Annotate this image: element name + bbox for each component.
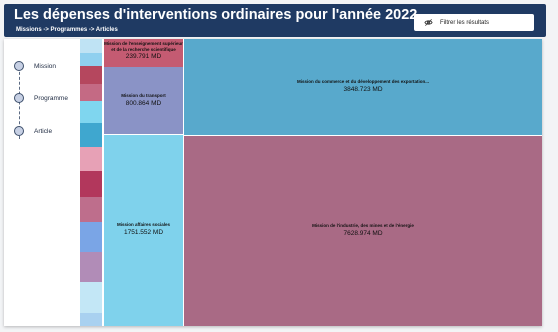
treemap-tile[interactable] <box>80 123 102 147</box>
breadcrumb: Missions -> Programmes -> Articles <box>16 27 118 33</box>
treemap-tile[interactable] <box>80 66 102 84</box>
treemap-cell-transport[interactable]: Mission du transport 800.864 MD <box>104 67 183 134</box>
cell-label: Mission de l'enseignement supérieur et d… <box>104 41 183 52</box>
treemap-chart: Mission de l'enseignement supérieur et d… <box>80 39 542 326</box>
eye-off-icon <box>424 18 433 27</box>
treemap-tile[interactable] <box>80 101 102 123</box>
cell-label: Mission affaires sociales <box>116 222 171 227</box>
treemap-tile[interactable] <box>80 222 102 252</box>
treemap-cell-enseignement[interactable]: Mission de l'enseignement supérieur et d… <box>104 39 183 67</box>
treemap-tile[interactable] <box>80 313 102 326</box>
treemap-tile[interactable] <box>80 84 102 101</box>
filter-button[interactable]: Filtrer les résultats <box>414 14 534 31</box>
treemap-tile[interactable] <box>80 147 102 171</box>
page-title: Les dépenses d'interventions ordinaires … <box>14 7 418 23</box>
treemap-tile[interactable] <box>80 282 102 313</box>
treemap-cell-commerce[interactable]: Mission du commerce et du développement … <box>184 39 542 135</box>
cell-value: 800.864 MD <box>125 99 162 107</box>
level-mission[interactable]: Mission <box>14 61 56 71</box>
cell-value: 1751.552 MD <box>123 228 164 236</box>
filter-label: Filtrer les résultats <box>440 19 490 26</box>
treemap-cell-industrie[interactable]: Mission de l'industrie, des mines et de … <box>184 136 542 326</box>
treemap-tile[interactable] <box>80 39 102 53</box>
header-bar: Les dépenses d'interventions ordinaires … <box>4 4 546 37</box>
level-dot <box>14 61 24 71</box>
cell-label: Mission du transport <box>121 93 166 98</box>
treemap-tile[interactable] <box>80 53 102 66</box>
content-panel: Mission Programme Article Mission de l'e… <box>4 39 542 326</box>
cell-value: 239.791 MD <box>125 53 162 60</box>
level-label: Article <box>34 127 53 135</box>
level-label: Mission <box>34 62 57 70</box>
level-article[interactable]: Article <box>14 126 52 136</box>
level-dot <box>14 93 24 103</box>
cell-label: Mission de l'industrie, des mines et de … <box>312 223 414 228</box>
treemap-tile[interactable] <box>80 171 102 197</box>
cell-label: Mission du commerce et du développement … <box>296 79 430 84</box>
level-programme[interactable]: Programme <box>14 93 68 103</box>
treemap-tile[interactable] <box>80 197 102 222</box>
level-label: Programme <box>34 94 68 102</box>
treemap-tile[interactable] <box>80 252 102 282</box>
level-stepper: Mission Programme Article <box>4 39 79 326</box>
treemap-cell-affaires-sociales[interactable]: Mission affaires sociales 1751.552 MD <box>104 135 183 326</box>
cell-value: 7628.974 MD <box>343 229 383 237</box>
level-dot <box>14 126 24 136</box>
app-frame: Les dépenses d'interventions ordinaires … <box>0 0 558 332</box>
cell-value: 3848.723 MD <box>343 85 383 93</box>
